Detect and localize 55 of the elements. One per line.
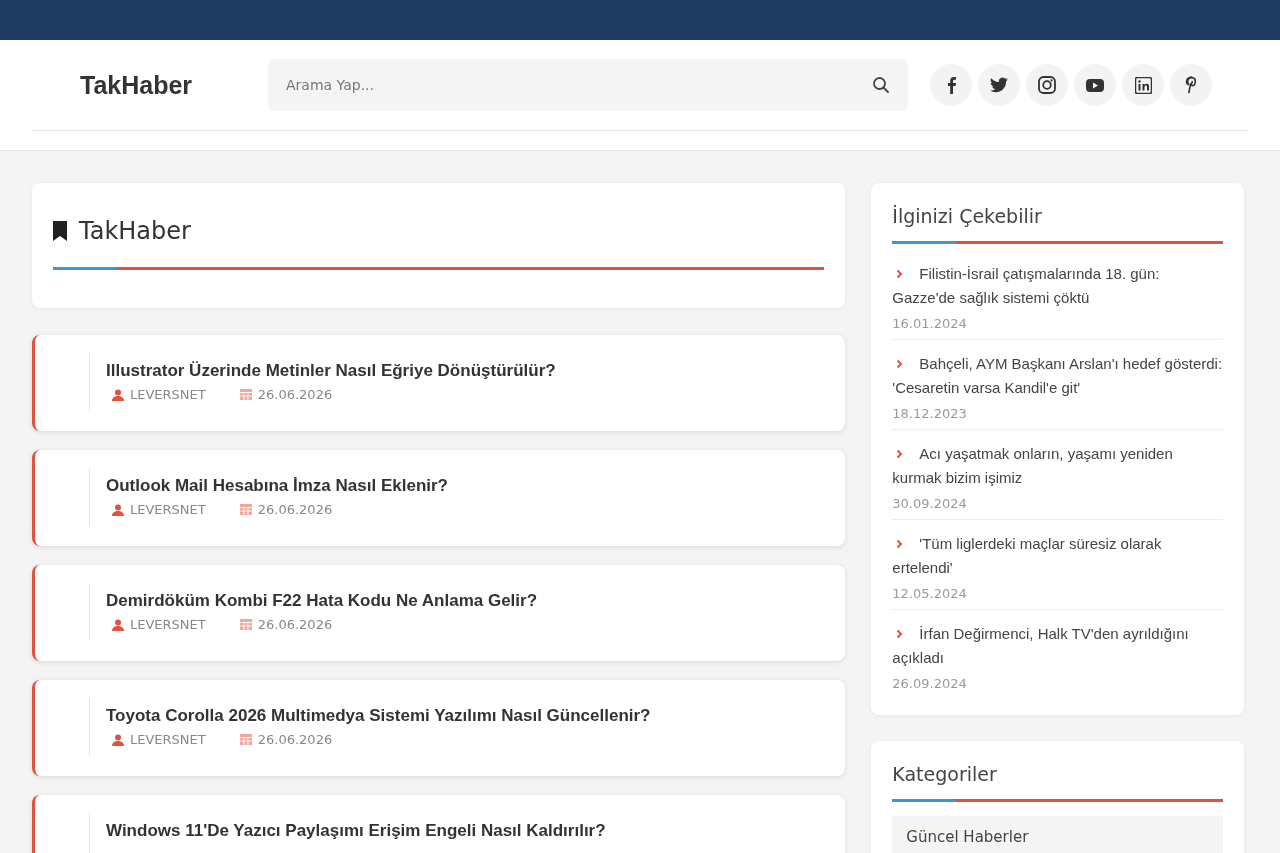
chevron-icon [896,449,904,459]
news-link[interactable]: Bahçeli, AYM Başkanı Arslan'ı hedef gösterdi: 'Cesaretin varsa Kandil'e git' [892,352,1223,400]
calendar-icon [239,734,252,745]
calendar-icon [239,389,252,400]
post-title[interactable]: Illustrator Üzerinde Metinler Nasıl Eğriye Dönüştürülür? [106,361,556,381]
post-author: LEVERSNET [130,732,206,747]
linkedin-icon[interactable] [1122,64,1164,106]
post-date: 26.06.2026 [257,732,333,747]
post-card[interactable]: Demirdöküm Kombi F22 Hata Kodu Ne Anlama Gelir? LEVERSNET 26.06.2026 [32,565,846,661]
news-date: 30.09.2024 [892,496,968,511]
post-date: 26.06.2026 [257,502,333,517]
news-date: 12.05.2024 [892,586,968,601]
user-icon [112,388,124,401]
calendar-icon [239,619,252,630]
chevron-icon [896,269,904,279]
post-card[interactable]: Windows 11'De Yazıcı Paylaşımı Erişim Engeli Nasıl Kaldırılır? [32,795,846,853]
post-card[interactable]: Toyota Corolla 2026 Multimedya Sistemi Yazılımı Nasıl Güncellenir? LEVERSNET 26.06.2026 [32,680,846,776]
post-card[interactable]: Outlook Mail Hesabına İmza Nasıl Eklenir? LEVERSNET 26.06.2026 [32,450,846,546]
chevron-icon [896,359,904,369]
news-link[interactable]: Filistin-İsrail çatışmalarında 18. gün: Gazze'de sağlık sistemi çöktü [892,262,1223,310]
user-icon [112,733,124,746]
post-title[interactable]: Outlook Mail Hesabına İmza Nasıl Eklenir? [106,476,448,496]
news-date: 26.09.2024 [892,676,968,691]
post-author: LEVERSNET [130,617,206,632]
pinterest-icon[interactable] [1170,64,1212,106]
search-field[interactable]: Arama Yap... [268,59,908,111]
post-title[interactable]: Windows 11'De Yazıcı Paylaşımı Erişim Engeli Nasıl Kaldırılır? [106,821,606,841]
chevron-icon [896,539,904,549]
news-date: 18.12.2023 [892,406,968,421]
widget-title: İlginizi Çekebilir [892,205,1042,227]
bird-icon[interactable] [978,64,1020,106]
post-title[interactable]: Demirdöküm Kombi F22 Hata Kodu Ne Anlama Gelir? [106,591,538,611]
post-card[interactable]: Illustrator Üzerinde Metinler Nasıl Eğriye Dönüştürülür? LEVERSNET 26.06.2026 [32,335,846,431]
news-link[interactable]: İrfan Değirmenci, Halk TV'den ayrıldığını açıkladı [892,622,1223,670]
post-date: 26.06.2026 [257,387,333,402]
widget-title: Kategoriler [892,763,997,785]
news-link[interactable]: Acı yaşatmak onların, yaşamı yeniden kurmak bizim işimiz [892,442,1223,490]
user-icon [112,618,124,631]
user-icon [112,503,124,516]
category-item[interactable]: Güncel Haberler [892,816,1223,853]
chevron-icon [896,629,904,639]
calendar-icon [239,504,252,515]
bookmark-icon [53,221,67,241]
news-link[interactable]: 'Tüm liglerdeki maçlar süresiz olarak ertelendi' [892,532,1223,580]
post-date: 26.06.2026 [257,617,333,632]
search-icon[interactable] [872,76,890,94]
news-date: 16.01.2024 [892,316,968,331]
site-logo[interactable]: TakHaber [80,70,268,100]
post-author: LEVERSNET [130,502,206,517]
post-title[interactable]: Toyota Corolla 2026 Multimedya Sistemi Yazılımı Nasıl Güncellenir? [106,706,651,726]
page-title: TakHaber [79,217,191,245]
facebook-icon[interactable] [930,64,972,106]
post-author: LEVERSNET [130,387,206,402]
camera-icon[interactable] [1026,64,1068,106]
play-icon[interactable] [1074,64,1116,106]
